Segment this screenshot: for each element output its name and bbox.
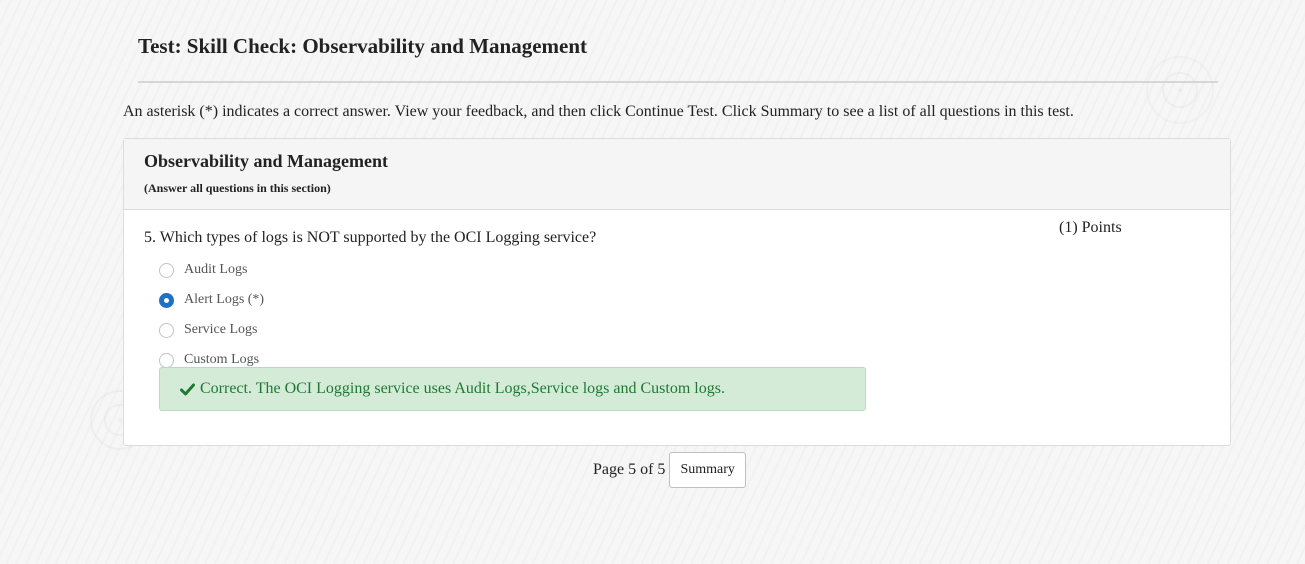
section-panel: Observability and Management (Answer all… [123, 138, 1231, 446]
feedback-message: Correct. The OCI Logging service uses Au… [159, 367, 866, 411]
section-header: Observability and Management (Answer all… [124, 139, 1230, 210]
page-indicator: Page 5 of 5 [593, 461, 666, 478]
answer-option-label: Service Logs [184, 322, 258, 337]
check-icon [180, 383, 195, 396]
pagination: Page 5 of 5 Summary [593, 452, 746, 488]
answer-option-label: Alert Logs (*) [184, 292, 265, 307]
answer-options: Audit Logs Alert Logs (*) Service Logs C… [159, 255, 264, 375]
radio-button-selected[interactable] [159, 292, 174, 308]
question-text: 5. Which types of logs is NOT supported … [144, 229, 597, 246]
radio-button[interactable] [159, 262, 174, 278]
question-points: (1) Points [1059, 219, 1122, 236]
instructions-text: An asterisk (*) indicates a correct answ… [123, 103, 1074, 120]
answer-option-label: Custom Logs [184, 352, 260, 367]
title-divider [138, 81, 1218, 83]
answer-option-audit-logs[interactable]: Audit Logs [159, 255, 264, 285]
radio-button[interactable] [159, 352, 174, 368]
page-title: Test: Skill Check: Observability and Man… [138, 34, 587, 58]
radio-button[interactable] [159, 322, 174, 338]
section-title: Observability and Management [144, 151, 389, 171]
summary-button[interactable]: Summary [669, 452, 746, 488]
feedback-text: Correct. The OCI Logging service uses Au… [200, 380, 725, 397]
section-subtitle: (Answer all questions in this section) [144, 181, 331, 195]
answer-option-alert-logs[interactable]: Alert Logs (*) [159, 285, 264, 315]
answer-option-label: Audit Logs [184, 262, 248, 277]
answer-option-service-logs[interactable]: Service Logs [159, 315, 264, 345]
